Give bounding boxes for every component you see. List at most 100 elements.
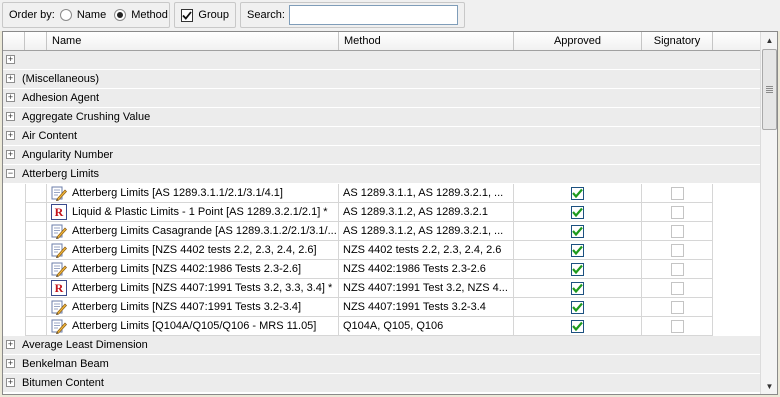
signatory-checkbox[interactable] (670, 281, 684, 295)
approved-cell[interactable] (514, 241, 642, 260)
approved-checkbox[interactable] (571, 319, 584, 333)
approved-checkbox[interactable] (571, 300, 584, 314)
expand-icon[interactable]: + (6, 112, 15, 121)
signatory-cell[interactable] (642, 222, 713, 241)
table-row[interactable]: R Liquid & Plastic Limits - 1 Point [AS 1… (3, 203, 760, 222)
method-cell[interactable]: NZS 4407:1991 Tests 3.2-3.4 (339, 298, 514, 317)
group-row[interactable]: + Adhesion Agent (3, 89, 760, 108)
group-row[interactable]: + Bitumen Content (3, 374, 760, 393)
name-cell[interactable]: Atterberg Limits [NZS 4402 tests 2.2, 2.… (47, 241, 339, 260)
signatory-checkbox[interactable] (670, 224, 684, 238)
approved-checkbox[interactable] (571, 281, 584, 295)
table-row[interactable]: Atterberg Limits Casagrande [AS 1289.3.1… (3, 222, 760, 241)
method-cell[interactable]: NZS 4402 tests 2.2, 2.3, 2.4, 2.6 (339, 241, 514, 260)
group-row[interactable]: + Average Least Dimension (3, 336, 760, 355)
group-row[interactable]: + (Miscellaneous) (3, 70, 760, 89)
method-cell[interactable]: AS 1289.3.1.2, AS 1289.3.2.1, ... (339, 222, 514, 241)
table-row[interactable]: Atterberg Limits [NZS 4407:1991 Tests 3.… (3, 298, 760, 317)
name-cell[interactable]: Atterberg Limits [NZS 4407:1991 Tests 3.… (47, 298, 339, 317)
signatory-cell[interactable] (642, 260, 713, 279)
group-row[interactable]: − Atterberg Limits (3, 165, 760, 184)
search-label: Search: (247, 9, 285, 21)
method-cell[interactable]: NZS 4407:1991 Test 3.2, NZS 4... (339, 279, 514, 298)
method-cell[interactable]: AS 1289.3.1.2, AS 1289.3.2.1 (339, 203, 514, 222)
order-by-method-radio[interactable]: Method (114, 9, 168, 21)
signatory-checkbox[interactable] (670, 243, 684, 257)
pencil-document-icon (51, 299, 67, 315)
group-toggle[interactable]: Group (174, 2, 236, 28)
table-row[interactable]: Atterberg Limits [NZS 4402 tests 2.2, 2.… (3, 241, 760, 260)
signatory-checkbox[interactable] (670, 186, 684, 200)
name-cell[interactable]: Atterberg Limits Casagrande [AS 1289.3.1… (47, 222, 339, 241)
search-input[interactable] (288, 5, 458, 25)
radio-selected-icon[interactable] (114, 9, 127, 21)
report-r-icon: R (51, 204, 67, 220)
column-header-approved[interactable]: Approved (514, 32, 642, 50)
scroll-thumb[interactable] (762, 49, 777, 130)
table-row[interactable]: Atterberg Limits [Q104A/Q105/Q106 - MRS … (3, 317, 760, 336)
name-cell[interactable]: Atterberg Limits [AS 1289.3.1.1/2.1/3.1/… (47, 184, 339, 203)
signatory-checkbox[interactable] (670, 205, 684, 219)
name-cell[interactable]: R Liquid & Plastic Limits - 1 Point [AS 1… (47, 203, 339, 222)
table-row[interactable]: R Atterberg Limits [NZS 4407:1991 Tests 3… (3, 279, 760, 298)
signatory-cell[interactable] (642, 317, 713, 336)
table-row[interactable]: Atterberg Limits [NZS 4402:1986 Tests 2.… (3, 260, 760, 279)
column-header-name[interactable]: Name (47, 32, 339, 50)
expand-icon[interactable]: + (6, 359, 15, 368)
test-method: NZS 4402 tests 2.2, 2.3, 2.4, 2.6 (343, 244, 502, 256)
column-header-signatory[interactable]: Signatory (642, 32, 713, 50)
signatory-checkbox[interactable] (670, 300, 684, 314)
method-cell[interactable]: NZS 4402:1986 Tests 2.3-2.6 (339, 260, 514, 279)
table-row[interactable]: Atterberg Limits [AS 1289.3.1.1/2.1/3.1/… (3, 184, 760, 203)
approved-checkbox[interactable] (571, 243, 584, 257)
expand-icon[interactable]: + (6, 93, 15, 102)
scroll-down-arrow-icon[interactable]: ▼ (762, 378, 777, 394)
collapse-icon[interactable]: − (6, 169, 15, 178)
approved-checkbox[interactable] (571, 205, 584, 219)
signatory-cell[interactable] (642, 203, 713, 222)
approved-cell[interactable] (514, 222, 642, 241)
scroll-up-arrow-icon[interactable]: ▲ (762, 32, 777, 48)
test-method: AS 1289.3.1.2, AS 1289.3.2.1 (343, 206, 488, 218)
signatory-cell[interactable] (642, 184, 713, 203)
search-group: Search: (240, 2, 465, 28)
method-cell[interactable]: AS 1289.3.1.1, AS 1289.3.2.1, ... (339, 184, 514, 203)
signatory-checkbox[interactable] (670, 319, 684, 333)
expand-icon[interactable]: + (6, 340, 15, 349)
indent-cell (3, 279, 25, 298)
column-header-method[interactable]: Method (339, 32, 514, 50)
group-row[interactable]: + Angularity Number (3, 146, 760, 165)
vertical-scrollbar[interactable]: ▲ ▼ (760, 32, 777, 394)
expand-icon[interactable]: + (6, 131, 15, 140)
signatory-cell[interactable] (642, 279, 713, 298)
header-indent-cell (3, 32, 25, 50)
group-row[interactable]: + Aggregate Crushing Value (3, 108, 760, 127)
group-row[interactable]: + Air Content (3, 127, 760, 146)
approved-cell[interactable] (514, 203, 642, 222)
name-cell[interactable]: Atterberg Limits [NZS 4402:1986 Tests 2.… (47, 260, 339, 279)
approved-cell[interactable] (514, 317, 642, 336)
radio-icon[interactable] (59, 9, 72, 21)
signatory-cell[interactable] (642, 298, 713, 317)
approved-checkbox[interactable] (571, 262, 584, 276)
approved-cell[interactable] (514, 184, 642, 203)
expand-icon[interactable]: + (6, 74, 15, 83)
expand-icon[interactable]: + (6, 378, 15, 387)
signatory-checkbox[interactable] (670, 262, 684, 276)
expand-icon[interactable]: + (6, 150, 15, 159)
test-name: Atterberg Limits [Q104A/Q105/Q106 - MRS … (72, 320, 317, 332)
expand-icon[interactable]: + (6, 55, 15, 64)
name-cell[interactable]: Atterberg Limits [Q104A/Q105/Q106 - MRS … (47, 317, 339, 336)
approved-cell[interactable] (514, 260, 642, 279)
approved-checkbox[interactable] (571, 224, 584, 238)
approved-cell[interactable] (514, 298, 642, 317)
group-checkbox[interactable] (181, 8, 194, 22)
approved-cell[interactable] (514, 279, 642, 298)
name-cell[interactable]: R Atterberg Limits [NZS 4407:1991 Tests 3… (47, 279, 339, 298)
order-by-name-radio[interactable]: Name (59, 9, 106, 21)
method-cell[interactable]: Q104A, Q105, Q106 (339, 317, 514, 336)
approved-checkbox[interactable] (571, 186, 584, 200)
group-row[interactable]: + Benkelman Beam (3, 355, 760, 374)
group-row[interactable]: + (3, 51, 760, 70)
signatory-cell[interactable] (642, 241, 713, 260)
